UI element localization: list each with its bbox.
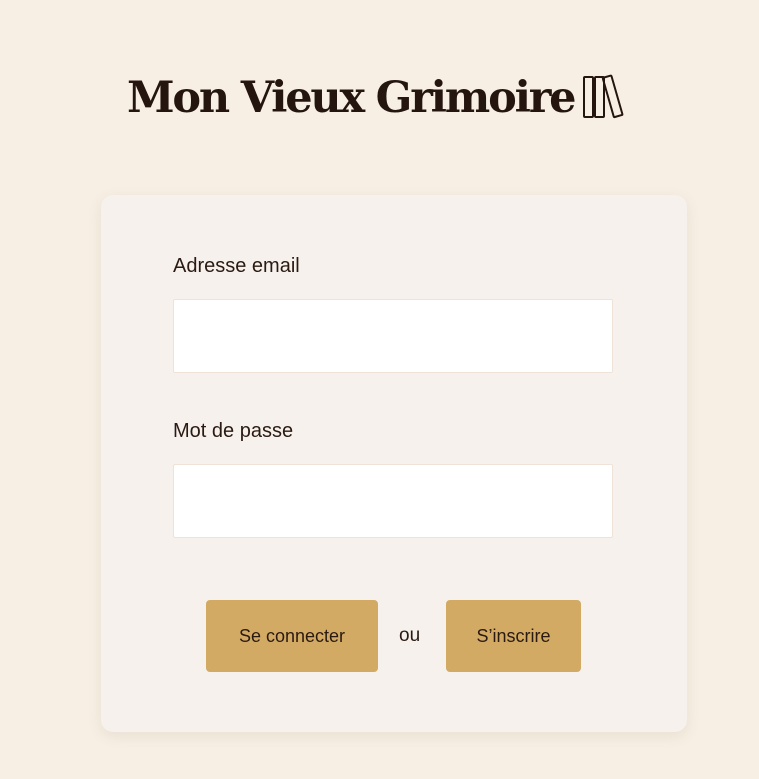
login-button[interactable]: Se connecter	[206, 600, 378, 672]
password-label: Mot de passe	[173, 420, 294, 442]
app-title: Mon Vieux Grimoire	[127, 72, 577, 123]
app-logo: Mon Vieux Grimoire	[127, 74, 626, 122]
books-icon	[583, 74, 624, 119]
email-label: Adresse email	[173, 255, 300, 277]
email-field[interactable]	[173, 299, 613, 373]
login-page: Mon Vieux Grimoire Adresse email Mot de …	[0, 0, 759, 779]
login-form: Adresse email Mot de passe Se connecter …	[101, 195, 687, 732]
signup-button[interactable]: S’inscrire	[446, 600, 581, 672]
password-field[interactable]	[173, 464, 613, 538]
or-separator: ou	[399, 625, 421, 646]
